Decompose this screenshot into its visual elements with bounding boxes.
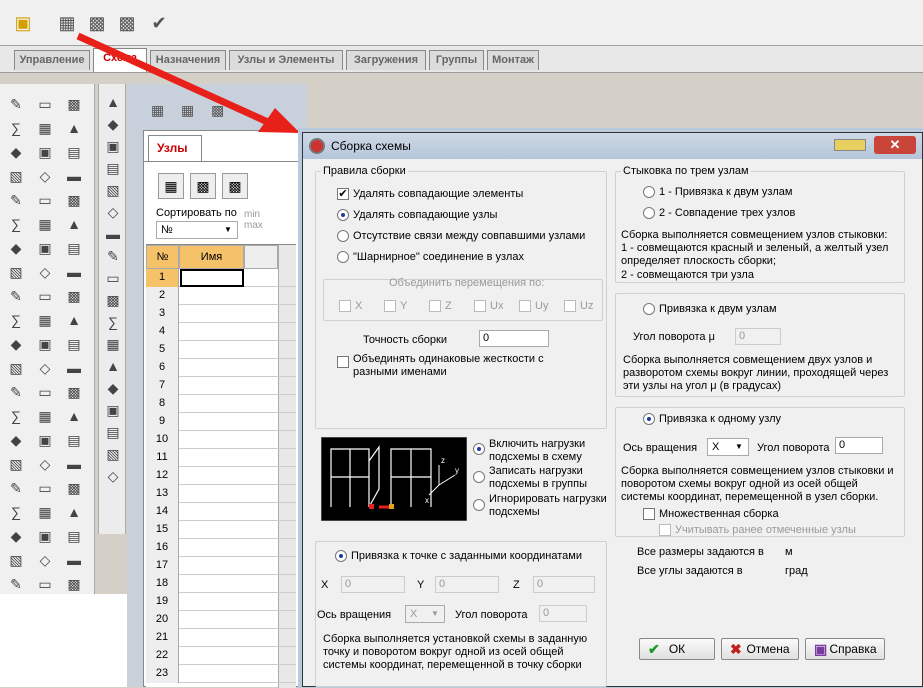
- dialog-title: Сборка схемы: [331, 139, 411, 153]
- delete-nodes-radio[interactable]: [337, 209, 349, 221]
- help-button[interactable]: ▣ Справка: [805, 638, 885, 660]
- coords-radio[interactable]: [335, 550, 347, 562]
- one-node-radio[interactable]: [643, 413, 655, 425]
- coord-y-input[interactable]: 0: [435, 576, 499, 593]
- coord-z-label: Z: [513, 579, 520, 591]
- coord-x-input[interactable]: 0: [341, 576, 405, 593]
- two-nodes-radio[interactable]: [643, 303, 655, 315]
- hinge-radio[interactable]: [337, 251, 349, 263]
- two-nodes-desc-1: Сборка выполняется совмещением двух узло…: [623, 354, 873, 366]
- three-nodes-opt2-label: 2 - Совпадение трех узлов: [659, 207, 796, 219]
- merge-z-checkbox[interactable]: [429, 300, 441, 312]
- delete-nodes-label: Удалять совпадающие узлы: [353, 209, 498, 221]
- three-nodes-opt1-radio[interactable]: [643, 186, 655, 198]
- three-nodes-title: Стыковка по трем узлам: [621, 165, 751, 177]
- ok-button[interactable]: ✔ ОК: [639, 638, 715, 660]
- ignore-loads-label: Игнорировать нагрузки подсхемы: [489, 493, 607, 518]
- three-nodes-desc-2: 1 - совмещаются красный и зеленый, а жел…: [621, 242, 889, 254]
- delete-elements-checkbox[interactable]: ✔: [337, 188, 349, 200]
- merge-x-checkbox[interactable]: [339, 300, 351, 312]
- merge-x-label: X: [355, 300, 363, 312]
- cancel-button[interactable]: ✖ Отмена: [721, 638, 799, 660]
- precision-input[interactable]: 0: [479, 330, 549, 347]
- svg-text:x: x: [425, 496, 429, 505]
- assembly-rules-title: Правила сборки: [321, 165, 408, 177]
- scheme-preview-image: z y x: [321, 437, 467, 521]
- consider-nodes-label: Учитывать ранее отмеченные узлы: [675, 524, 856, 536]
- one-node-angle-input[interactable]: 0: [835, 437, 883, 454]
- chevron-down-icon: ▼: [431, 609, 439, 618]
- one-node-desc-2: поворотом схемы вокруг одной из осей общ…: [621, 478, 858, 490]
- one-node-axis-select[interactable]: X ▼: [707, 438, 749, 456]
- coords-axis-select[interactable]: X ▼: [405, 605, 445, 623]
- merge-y-checkbox[interactable]: [384, 300, 396, 312]
- two-nodes-desc-3: эти узлы на угол μ (в градусах): [623, 380, 782, 392]
- one-node-title: Привязка к одному узлу: [659, 413, 782, 425]
- close-button[interactable]: ✕: [874, 136, 916, 154]
- annotation-arrow-line: [76, 32, 272, 127]
- merge-stiff-checkbox[interactable]: [337, 356, 349, 368]
- chevron-down-icon: ▼: [735, 442, 743, 451]
- merge-y-label: Y: [400, 300, 408, 312]
- angles-unit: град: [785, 565, 808, 577]
- write-loads-radio[interactable]: [473, 471, 485, 483]
- one-node-desc-1: Сборка выполняется совмещением узлов сты…: [621, 465, 894, 477]
- one-node-axis-label: Ось вращения: [623, 442, 698, 454]
- merge-uy-label: Uy: [535, 300, 549, 312]
- svg-text:y: y: [455, 466, 459, 475]
- no-link-radio[interactable]: [337, 230, 349, 242]
- two-nodes-angle-label: Угол поворота μ: [633, 331, 715, 343]
- two-nodes-angle-input[interactable]: 0: [735, 328, 781, 345]
- multi-assembly-label: Множественная сборка: [659, 508, 779, 520]
- include-loads-label: Включить нагрузки подсхемы в схему: [489, 438, 586, 463]
- svg-text:z: z: [441, 456, 445, 465]
- two-nodes-title: Привязка к двум узлам: [659, 303, 777, 315]
- include-loads-radio[interactable]: [473, 443, 485, 455]
- coords-axis-label: Ось вращения: [317, 609, 392, 621]
- assembly-dialog: Сборка схемы ✕ Правила сборки ✔ Удалять …: [302, 132, 923, 687]
- precision-label: Точность сборки: [363, 334, 447, 346]
- coord-y-label: Y: [417, 579, 425, 591]
- two-nodes-desc-2: разворотом схемы вокруг линии, проходяще…: [623, 367, 889, 379]
- three-nodes-desc-4: 2 - совмещаются три узла: [621, 269, 754, 281]
- app-icon: [309, 138, 325, 154]
- merge-stiff-label: Объединять одинаковые жесткости с разным…: [353, 353, 544, 378]
- one-node-angle-label: Угол поворота: [757, 442, 830, 454]
- merge-uy-checkbox[interactable]: [519, 300, 531, 312]
- coord-z-input[interactable]: 0: [533, 576, 595, 593]
- ignore-loads-radio[interactable]: [473, 499, 485, 511]
- angles-label: Все углы задаются в: [637, 565, 743, 577]
- coords-desc-3: системы координат, перемещенной в точку …: [323, 659, 582, 671]
- merge-ux-label: Ux: [490, 300, 504, 312]
- one-node-desc-3: системы координат, перемещенной в узел с…: [621, 491, 879, 503]
- multi-assembly-checkbox[interactable]: [643, 508, 655, 520]
- write-loads-label: Записать нагрузки подсхемы в группы: [489, 465, 587, 490]
- merge-ux-checkbox[interactable]: [474, 300, 486, 312]
- no-link-label: Отсутствие связи между совпавшими узлами: [353, 230, 586, 242]
- three-nodes-desc-3: определяет плоскость сборки;: [621, 255, 777, 267]
- coords-desc-1: Сборка выполняется установкой схемы в за…: [323, 633, 588, 645]
- sizes-unit: м: [785, 546, 793, 558]
- ruler-icon: [834, 139, 866, 151]
- coords-title: Привязка к точке с заданными координатам…: [351, 550, 582, 562]
- dialog-title-bar: Сборка схемы ✕: [303, 133, 922, 159]
- three-nodes-desc-1: Сборка выполняется совмещением узлов сты…: [621, 229, 888, 241]
- hinge-label: "Шарнирное" соединение в узлах: [353, 251, 524, 263]
- three-nodes-opt1-label: 1 - Привязка к двум узлам: [659, 186, 793, 198]
- coords-angle-label: Угол поворота: [455, 609, 528, 621]
- merge-uz-checkbox[interactable]: [564, 300, 576, 312]
- merge-uz-label: Uz: [580, 300, 594, 312]
- coord-x-label: X: [321, 579, 329, 591]
- delete-elements-label: Удалять совпадающие элементы: [353, 188, 524, 200]
- three-nodes-opt2-radio[interactable]: [643, 207, 655, 219]
- merge-z-label: Z: [445, 300, 452, 312]
- merge-title: Объединить перемещения по:: [389, 277, 545, 289]
- coords-desc-2: точку и поворотом вокруг одной из осей о…: [323, 646, 564, 658]
- sizes-label: Все размеры задаются в: [637, 546, 764, 558]
- consider-nodes-checkbox[interactable]: [659, 524, 671, 536]
- coords-angle-input[interactable]: 0: [539, 605, 587, 622]
